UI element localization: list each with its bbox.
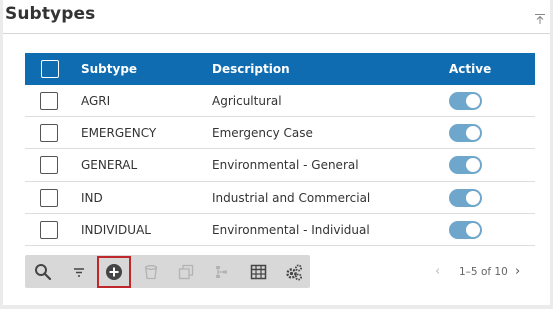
filter-icon — [74, 268, 84, 277]
header-description[interactable]: Description — [212, 62, 290, 76]
filter-button[interactable] — [62, 257, 96, 287]
delete-button[interactable] — [134, 257, 168, 287]
table-row[interactable]: EMERGENCY Emergency Case — [25, 117, 535, 150]
columns-icon — [250, 264, 266, 280]
active-toggle[interactable] — [449, 124, 482, 143]
panel-header: Subtypes — [3, 0, 550, 34]
subtypes-table: Subtype Description Active AGRI Agricultu… — [25, 53, 535, 246]
delete-icon — [144, 265, 158, 280]
settings-button[interactable] — [277, 257, 311, 287]
row-checkbox[interactable] — [40, 124, 58, 143]
panel-title: Subtypes — [5, 4, 96, 24]
row-checkbox[interactable] — [40, 92, 58, 110]
table-body: AGRI Agricultural EMERGENCY Emergency Case G… — [25, 85, 535, 246]
columns-button[interactable] — [241, 257, 275, 287]
table-row[interactable]: IND Industrial and Commercial — [25, 182, 535, 214]
collapse-icon[interactable] — [534, 10, 546, 24]
row-checkbox[interactable] — [40, 220, 58, 239]
table-header: Subtype Description Active — [25, 53, 535, 85]
cell-subtype: AGRI — [81, 94, 111, 108]
table-row[interactable]: AGRI Agricultural — [25, 85, 535, 118]
header-active[interactable]: Active — [449, 62, 491, 76]
cell-description: Environmental - General — [212, 158, 359, 173]
active-toggle[interactable] — [449, 156, 482, 175]
cell-description: Environmental - Individual — [212, 222, 370, 237]
hierarchy-icon — [216, 266, 227, 278]
table-row[interactable]: GENERAL Environmental - General — [25, 149, 535, 182]
add-icon — [106, 264, 122, 280]
cell-description: Agricultural — [212, 94, 282, 108]
cell-description: Emergency Case — [212, 126, 313, 141]
active-toggle[interactable] — [449, 92, 482, 110]
cell-subtype: GENERAL — [81, 158, 138, 173]
active-toggle[interactable] — [449, 220, 482, 239]
table-toolbar — [25, 255, 310, 288]
header-subtype[interactable]: Subtype — [81, 62, 137, 76]
table-row[interactable]: INDIVIDUAL Environmental - Individual — [25, 214, 535, 246]
cell-subtype: IND — [81, 190, 103, 205]
cell-subtype: EMERGENCY — [81, 126, 157, 141]
row-checkbox[interactable] — [40, 188, 58, 207]
search-button[interactable] — [26, 257, 60, 287]
search-icon — [35, 264, 52, 281]
copy-icon — [178, 264, 194, 280]
pagination-label: 1–5 of 10 — [459, 266, 508, 278]
select-all-checkbox[interactable] — [41, 60, 59, 78]
active-toggle[interactable] — [449, 188, 482, 207]
add-button[interactable] — [97, 256, 131, 288]
cell-subtype: INDIVIDUAL — [81, 222, 151, 237]
hierarchy-button[interactable] — [205, 257, 239, 287]
row-checkbox[interactable] — [40, 156, 58, 175]
next-page-icon[interactable]: › — [515, 264, 520, 279]
prev-page-icon[interactable]: ‹ — [435, 264, 440, 279]
subtypes-panel: Subtypes Subtype Description Active AGRI… — [3, 0, 550, 305]
copy-button[interactable] — [169, 257, 203, 287]
settings-icon — [286, 264, 302, 280]
cell-description: Industrial and Commercial — [212, 190, 371, 205]
